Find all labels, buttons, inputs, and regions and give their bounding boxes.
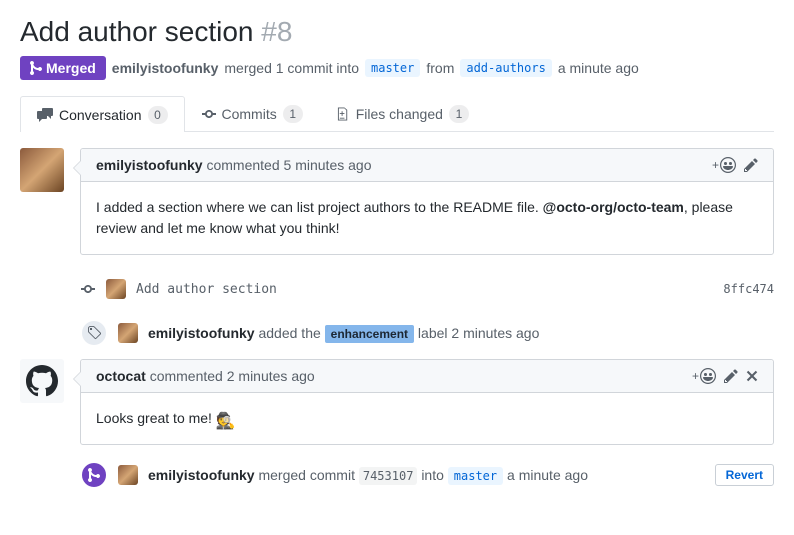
edit-comment-button[interactable]: [724, 368, 738, 384]
octocat-icon: [26, 365, 58, 397]
tab-files-count: 1: [449, 105, 469, 123]
x-icon: [746, 368, 758, 384]
commit-icon: [202, 106, 216, 122]
comment-author[interactable]: emilyistoofunky: [96, 157, 203, 173]
comment-time[interactable]: 5 minutes ago: [284, 157, 372, 173]
avatar-emilyistoofunky[interactable]: [20, 148, 64, 192]
comment-author[interactable]: octocat: [96, 368, 146, 384]
edit-comment-button[interactable]: [744, 157, 758, 173]
comment-header: emilyistoofunky commented 5 minutes ago …: [81, 149, 773, 182]
merge-icon: [30, 60, 42, 76]
state-text: Merged: [46, 60, 96, 76]
merge-into: into: [421, 467, 444, 483]
pr-author-link[interactable]: emilyistoofunky: [112, 60, 219, 76]
merge-actor[interactable]: emilyistoofunky: [148, 467, 255, 483]
tab-commits-label: Commits: [222, 106, 277, 122]
meta-action: merged 1 commit into: [224, 60, 359, 76]
smiley-icon: [720, 157, 736, 173]
merged-badge: [80, 461, 108, 489]
comment-text: Looks great to me!: [96, 410, 216, 426]
commit-avatar[interactable]: [106, 279, 126, 299]
tab-commits-count: 1: [283, 105, 303, 123]
comment-discussion-icon: [37, 107, 53, 123]
comment-verb: commented: [150, 368, 223, 384]
comment-2: octocat commented 2 minutes ago + Looks …: [20, 359, 774, 445]
merge-sha[interactable]: 7453107: [359, 467, 418, 485]
merge-event: emilyistoofunky merged commit 7453107 in…: [20, 461, 774, 489]
pr-number: #8: [261, 16, 292, 47]
tab-files-label: Files changed: [356, 106, 443, 122]
pencil-icon: [724, 368, 738, 384]
tag-icon: [87, 325, 101, 341]
commit-row: Add author section 8ffc474: [20, 271, 774, 307]
event-verb: added the: [258, 325, 320, 341]
comment-body: I added a section where we can list proj…: [81, 182, 773, 254]
comment-header: octocat commented 2 minutes ago +: [81, 360, 773, 393]
label-enhancement[interactable]: enhancement: [325, 325, 414, 343]
meta-from: from: [426, 60, 454, 76]
team-mention[interactable]: @octo-org/octo-team: [543, 199, 684, 215]
merge-verb: merged commit: [258, 467, 354, 483]
comment-box: octocat commented 2 minutes ago + Looks …: [80, 359, 774, 445]
label-event: emilyistoofunky added the enhancement la…: [20, 307, 774, 359]
event-actor[interactable]: emilyistoofunky: [148, 325, 255, 341]
commit-icon: [81, 281, 95, 297]
commit-message[interactable]: Add author section: [136, 282, 277, 297]
merge-icon: [88, 467, 100, 483]
event-time[interactable]: 2 minutes ago: [451, 325, 539, 341]
merge-branch[interactable]: master: [448, 467, 503, 485]
event-avatar[interactable]: [118, 323, 138, 343]
pr-meta: Merged emilyistoofunky merged 1 commit i…: [20, 56, 774, 80]
file-diff-icon: [337, 106, 350, 122]
comment-time[interactable]: 2 minutes ago: [227, 368, 315, 384]
comment-1: emilyistoofunky commented 5 minutes ago …: [20, 148, 774, 255]
commit-sha[interactable]: 8ffc474: [723, 282, 774, 296]
detective-emoji: [216, 410, 234, 428]
meta-time: a minute ago: [558, 60, 639, 76]
pr-title: Add author section #8: [20, 16, 774, 48]
revert-button[interactable]: Revert: [715, 464, 774, 486]
tag-badge: [80, 319, 108, 347]
avatar-octocat[interactable]: [20, 359, 64, 403]
merge-avatar[interactable]: [118, 465, 138, 485]
comment-text-pre: I added a section where we can list proj…: [96, 199, 543, 215]
delete-comment-button[interactable]: [746, 368, 758, 384]
add-reaction-button[interactable]: +: [712, 157, 736, 173]
pencil-icon: [744, 157, 758, 173]
comment-body: Looks great to me!: [81, 393, 773, 444]
pr-title-text: Add author section: [20, 16, 254, 47]
tab-files[interactable]: Files changed 1: [320, 96, 486, 131]
comment-box: emilyistoofunky commented 5 minutes ago …: [80, 148, 774, 255]
tab-commits[interactable]: Commits 1: [185, 96, 320, 131]
tab-conversation[interactable]: Conversation 0: [20, 96, 185, 132]
state-badge-merged: Merged: [20, 56, 106, 80]
tabnav: Conversation 0 Commits 1 Files changed 1: [20, 96, 774, 132]
tab-conversation-count: 0: [148, 106, 168, 124]
merge-time[interactable]: a minute ago: [507, 467, 588, 483]
comment-verb: commented: [206, 157, 279, 173]
base-branch[interactable]: master: [365, 59, 420, 77]
event-suffix: label: [418, 325, 448, 341]
tab-conversation-label: Conversation: [59, 107, 142, 123]
smiley-icon: [700, 368, 716, 384]
add-reaction-button[interactable]: +: [692, 368, 716, 384]
head-branch[interactable]: add-authors: [460, 59, 551, 77]
